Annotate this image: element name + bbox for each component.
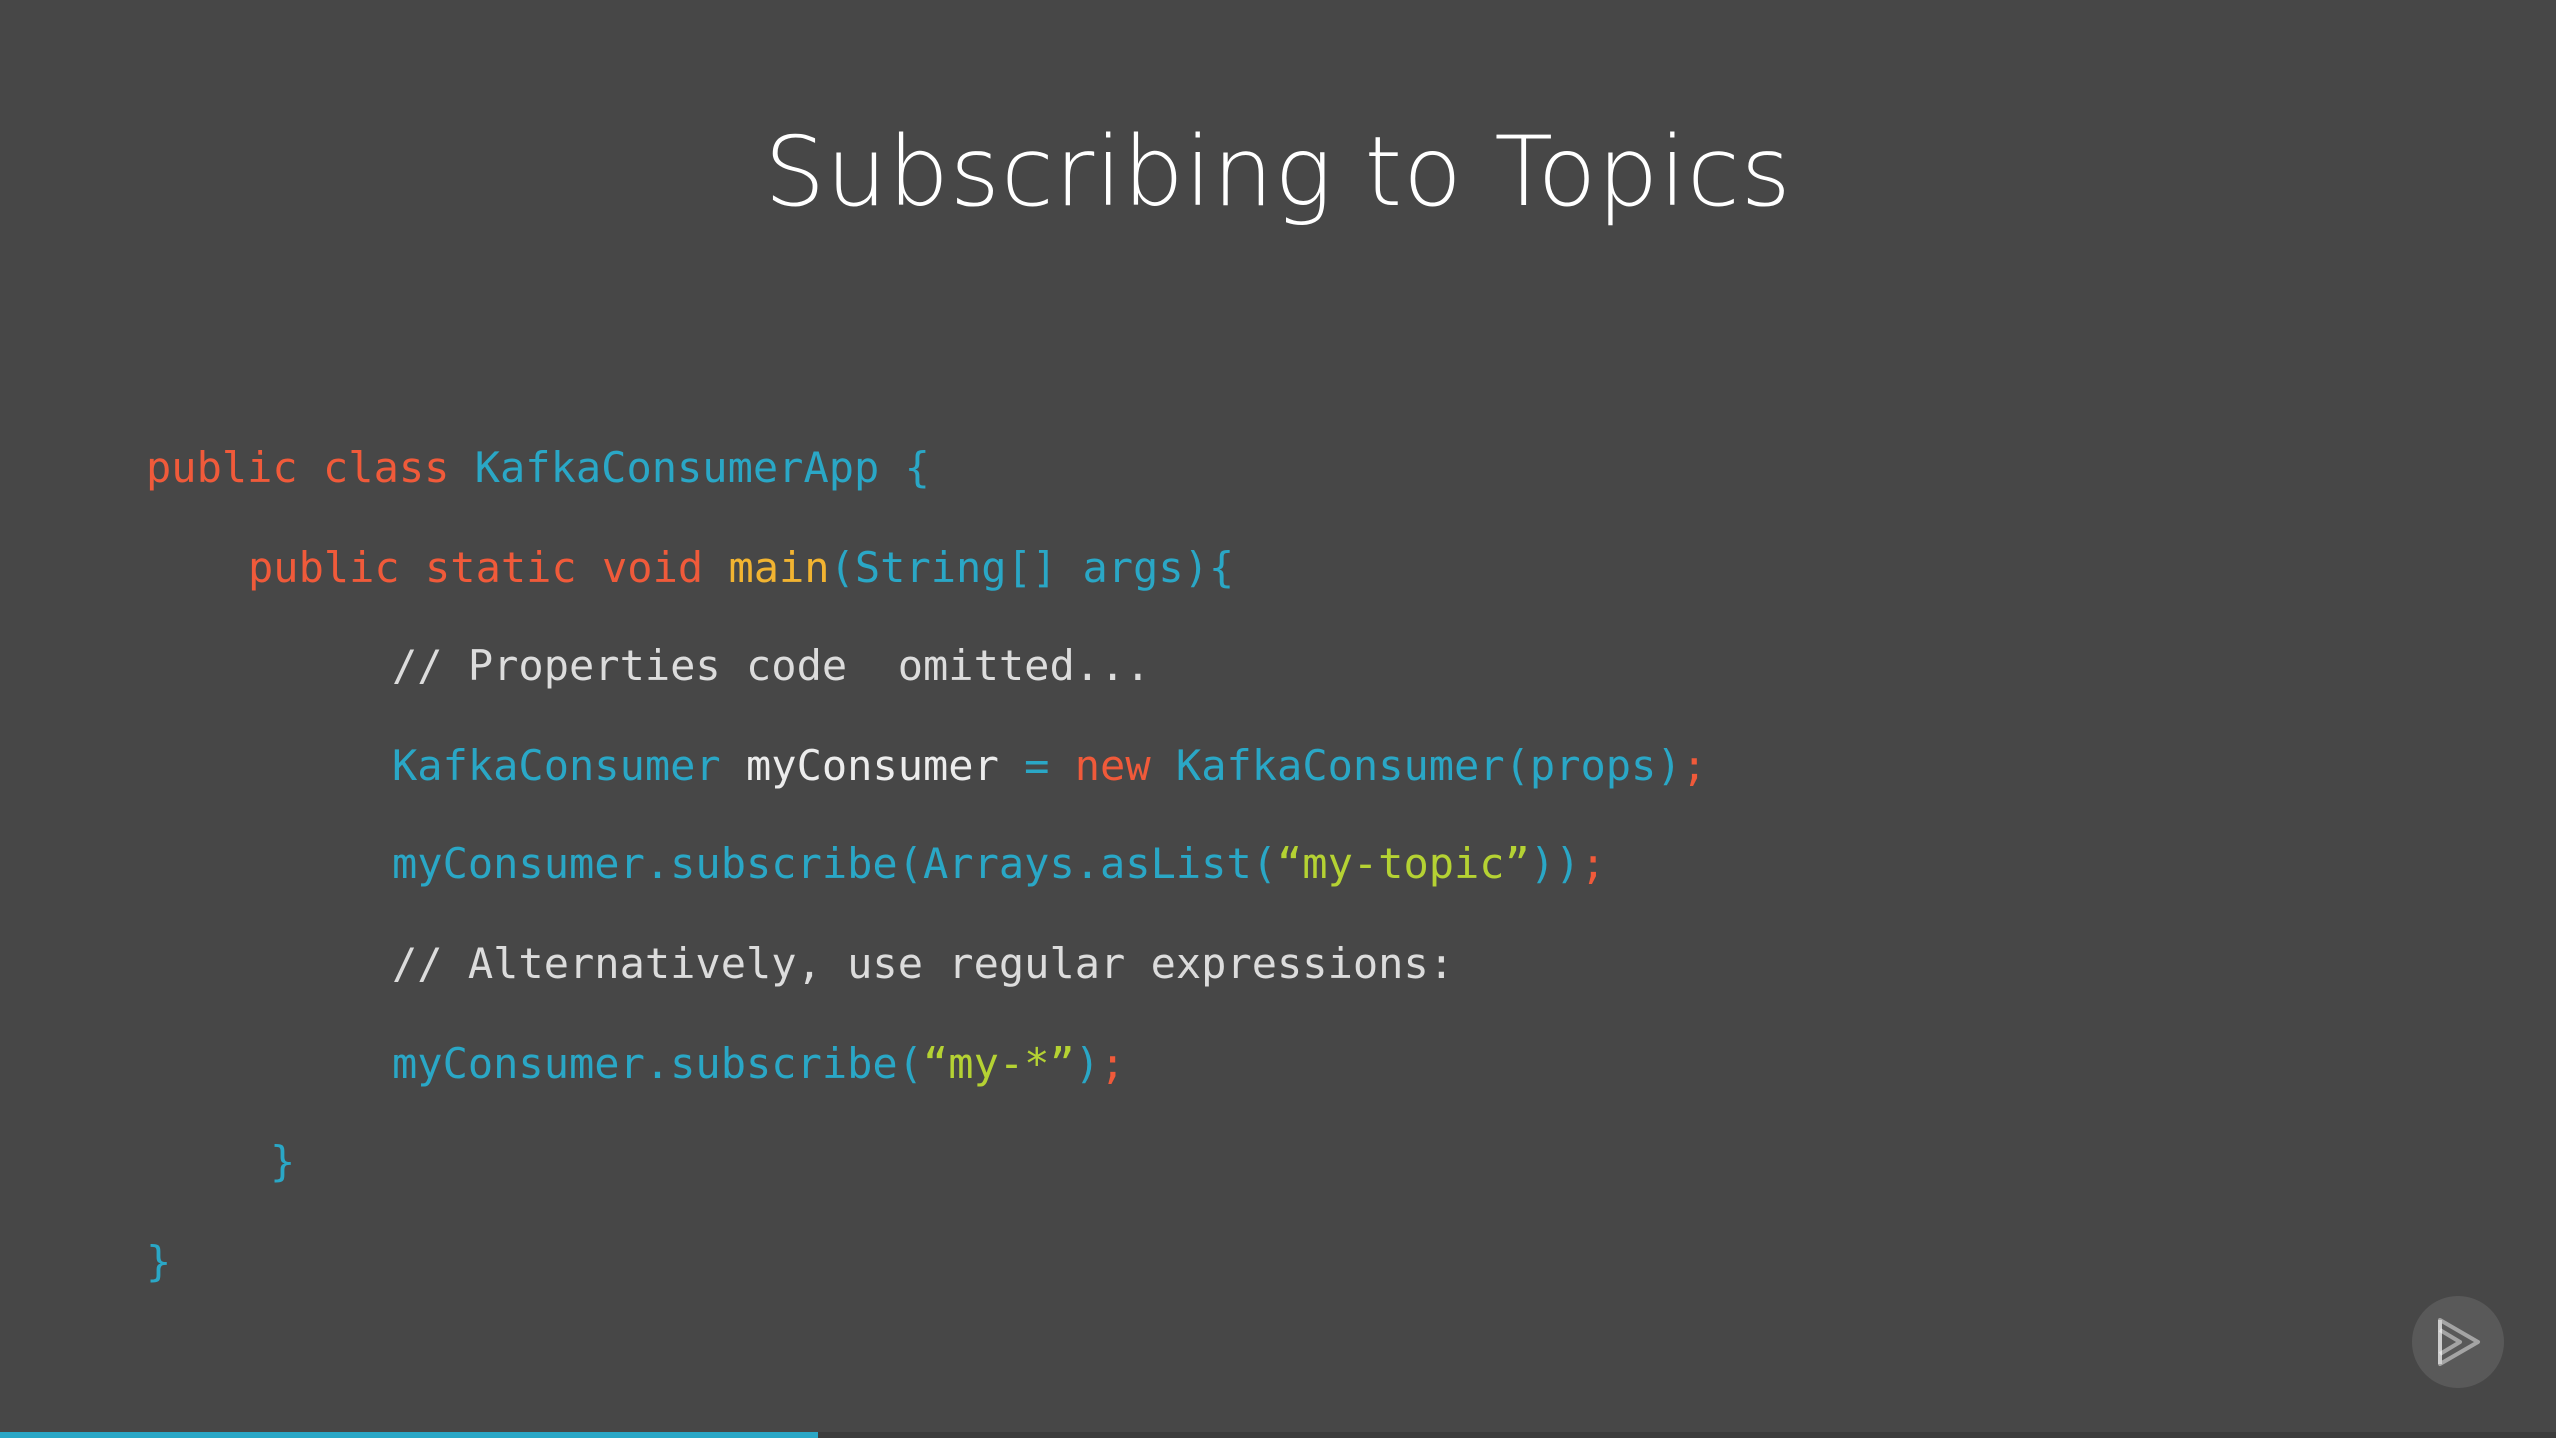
code-token-method-name: main [728, 543, 830, 592]
code-line-consumer-instantiation: KafkaConsumer myConsumer = new KafkaCons… [392, 736, 1707, 796]
code-token-operator: = [1024, 741, 1075, 790]
code-token-keyword: new [1074, 741, 1176, 790]
code-line-subscribe-list: myConsumer.subscribe(Arrays.asList(“my-t… [392, 834, 1606, 894]
code-line-comment-regex: // Alternatively, use regular expression… [392, 934, 1454, 994]
code-token-paren: )) [1529, 839, 1581, 888]
play-logo-icon [2438, 1318, 2480, 1366]
code-line-comment-properties: // Properties code omitted... [392, 636, 1151, 696]
code-token-comment: // Alternatively, use regular expression… [392, 939, 1455, 988]
code-token-paren: ) [1074, 1039, 1101, 1088]
code-line-class-declaration: public class KafkaConsumerApp { [146, 438, 930, 498]
code-token-class-name: KafkaConsumerApp { [474, 443, 930, 492]
code-token-comment: // Properties code omitted... [392, 641, 1151, 690]
code-line-subscribe-regex: myConsumer.subscribe(“my-*”); [392, 1034, 1125, 1094]
code-token-type: KafkaConsumer [392, 741, 747, 790]
code-token-call: myConsumer.subscribe(Arrays.asList( [392, 839, 1278, 888]
playback-progress-bar[interactable] [0, 1432, 2556, 1438]
code-line-close-method: } [270, 1132, 295, 1192]
code-token-call: myConsumer.subscribe( [392, 1039, 924, 1088]
code-line-main-method: public static void main(String[] args){ [248, 538, 1234, 598]
code-token-variable: myConsumer [746, 741, 1025, 790]
code-token-semicolon: ; [1100, 1039, 1126, 1088]
code-token-string: “my-*” [923, 1039, 1075, 1088]
code-token-keyword: public class [146, 443, 475, 492]
slide-title: Subscribing to Topics [764, 116, 1792, 228]
playback-progress-fill [0, 1432, 818, 1438]
code-token-brace: } [146, 1237, 172, 1286]
code-token-string: “my-topic” [1277, 839, 1530, 888]
code-token-keyword: public static void [248, 543, 729, 592]
code-token-params: (String[] args){ [829, 543, 1235, 592]
code-block: public class KafkaConsumerApp { public s… [0, 0, 1707, 1286]
code-line-close-class: } [146, 1232, 171, 1292]
code-token-constructor: KafkaConsumer(props) [1175, 741, 1682, 790]
code-token-brace: } [270, 1137, 296, 1186]
code-token-semicolon: ; [1580, 839, 1606, 888]
player-logo-button[interactable] [2412, 1296, 2504, 1388]
slide: Subscribing to Topics public class Kafka… [0, 0, 2556, 1438]
code-token-semicolon: ; [1681, 741, 1707, 790]
